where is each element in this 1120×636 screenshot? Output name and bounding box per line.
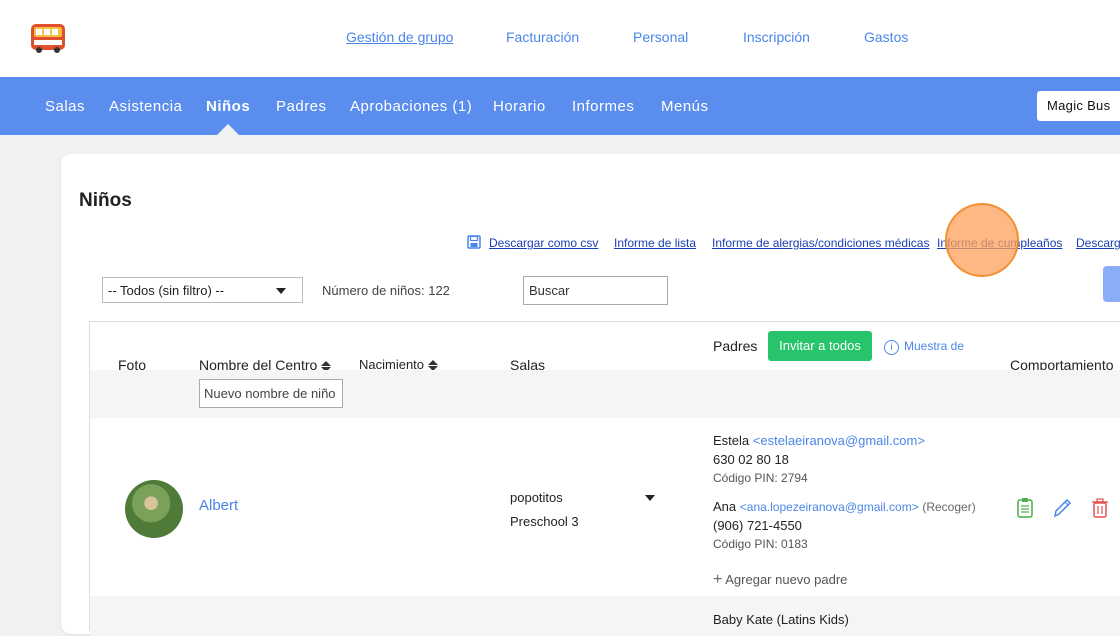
allergy-report-link[interactable]: Informe de alergias/condiciones médicas [712,236,929,250]
bus-logo-icon[interactable] [30,22,66,54]
search-input[interactable] [523,276,668,305]
info-icon: i [884,340,899,355]
parent-2-line: Ana <ana.lopezeiranova@gmail.com> (Recog… [713,499,976,514]
trash-icon[interactable] [1090,497,1110,519]
download-link[interactable]: Descarga [1076,236,1120,250]
page-title: Niños [79,190,132,211]
room-filter-value: -- Todos (sin filtro) -- [108,283,225,298]
parent-preview: Baby Kate (Latins Kids) [713,612,849,627]
topnav-billing[interactable]: Facturación [506,29,579,45]
child-name-link[interactable]: Albert [199,497,238,514]
topnav-expenses[interactable]: Gastos [864,29,908,45]
child-name-filter-input[interactable] [199,379,343,408]
add-parent-link[interactable]: + Agregar nuevo padre [713,571,847,589]
parent-1-line: Estela <estelaeiranova@gmail.com> [713,433,925,448]
add-parent-label: Agregar nuevo padre [725,572,848,587]
add-child-button[interactable] [1103,266,1120,302]
nav-item-rooms[interactable]: Salas [45,98,85,115]
pencil-icon[interactable] [1052,497,1072,519]
main-nav: Salas Asistencia Niños Padres Aprobacion… [0,77,1120,135]
table-left-border [89,321,90,631]
parent-phone: 630 02 80 18 [713,452,789,467]
nav-item-reports[interactable]: Informes [572,98,634,115]
room-secondary: Preschool 3 [510,514,579,529]
room-select-value: popotitos [510,490,563,505]
active-nav-indicator [217,124,239,135]
chevron-down-icon [645,495,655,501]
room-filter-select[interactable]: -- Todos (sin filtro) -- [102,277,303,303]
nav-item-approvals[interactable]: Aprobaciones (1) [350,98,472,115]
nav-item-parents[interactable]: Padres [276,98,327,115]
parent-name: Ana [713,499,737,514]
parent-email-link[interactable]: <ana.lopezeiranova@gmail.com> [740,500,919,514]
parent-pin: Código PIN: 0183 [713,537,808,551]
nav-item-attendance[interactable]: Asistencia [109,98,182,115]
avatar [125,480,183,538]
nav-item-menus[interactable]: Menús [661,98,709,115]
invite-all-button[interactable]: Invitar a todos [768,331,872,361]
parent-pin: Código PIN: 2794 [713,471,808,485]
clipboard-icon[interactable] [1015,497,1035,519]
floppy-disk-icon [467,235,481,249]
pickup-note: (Recoger) [922,500,976,514]
plus-icon: + [713,571,723,588]
parent-phone: (906) 721-4550 [713,518,802,533]
topnav-group-management[interactable]: Gestión de grupo [346,29,453,45]
topnav-enrollment[interactable]: Inscripción [743,29,810,45]
sample-link[interactable]: Muestra de [904,339,964,353]
header-parents: Padres [713,338,758,354]
room-select[interactable]: popotitos [510,490,658,508]
download-csv-link[interactable]: Descargar como csv [489,236,598,250]
table-row [90,596,1120,636]
top-bar: Gestión de grupo Facturación Personal In… [0,0,1120,77]
list-report-link[interactable]: Informe de lista [614,236,696,250]
table-top-border [89,321,1120,322]
nav-item-schedule[interactable]: Horario [493,98,546,115]
parent-email-link[interactable]: <estelaeiranova@gmail.com> [753,433,925,448]
center-selector[interactable]: Magic Bus [1037,91,1120,121]
topnav-staff[interactable]: Personal [633,29,688,45]
children-count: Número de niños: 122 [322,283,450,298]
birthday-report-link[interactable]: Informe de cumpleaños [937,236,1062,250]
chevron-down-icon [276,288,286,294]
nav-item-children[interactable]: Niños [206,98,250,115]
parent-name: Estela [713,433,750,448]
